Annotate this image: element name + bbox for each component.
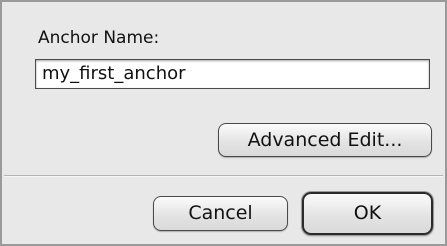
anchor-name-label: Anchor Name: (38, 28, 160, 48)
divider (4, 175, 443, 177)
anchor-name-input[interactable]: my_first_anchor (35, 59, 430, 89)
cancel-button[interactable]: Cancel (153, 196, 288, 231)
anchor-dialog: Anchor Name: my_first_anchor Advanced Ed… (0, 0, 447, 246)
advanced-edit-button[interactable]: Advanced Edit... (218, 123, 432, 157)
ok-button[interactable]: OK (302, 192, 433, 235)
